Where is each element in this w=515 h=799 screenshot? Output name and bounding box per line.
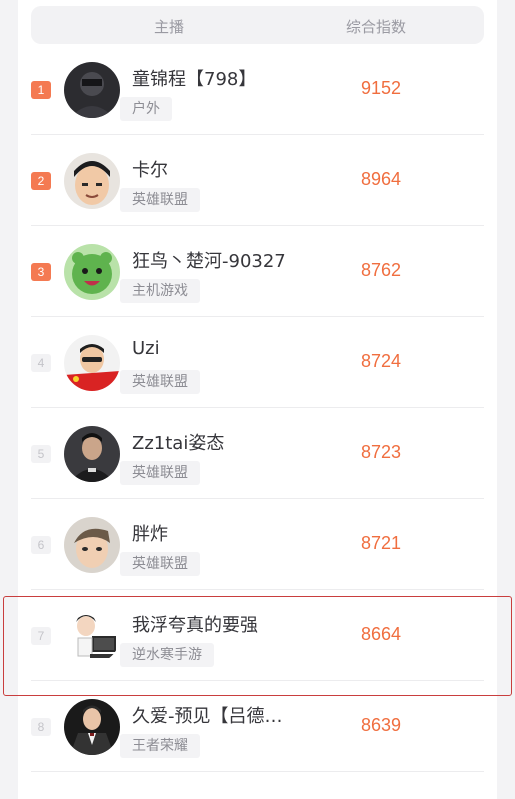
category-tag: 英雄联盟 <box>120 552 200 576</box>
streamer-name[interactable]: 久爱-预见【吕德… <box>132 702 322 728</box>
ranking-list: 1 童锦程【798】 户外 9152 2 卡尔 英雄联盟 8964 3 狂鸟丶楚… <box>31 44 484 772</box>
category-tag: 英雄联盟 <box>120 461 200 485</box>
rank-badge: 1 <box>31 81 51 99</box>
table-row[interactable]: 2 卡尔 英雄联盟 8964 <box>31 135 484 226</box>
avatar-dark-icon[interactable] <box>64 62 120 118</box>
category-tag: 英雄联盟 <box>120 370 200 394</box>
rank-badge: 4 <box>31 354 51 372</box>
rank-badge: 2 <box>31 172 51 190</box>
rank-badge: 8 <box>31 718 51 736</box>
index-score: 8762 <box>361 260 402 280</box>
index-score: 8664 <box>361 624 402 644</box>
index-score: 8639 <box>361 715 402 735</box>
anchor-column-header: 主播 <box>154 18 185 36</box>
avatar-green-cartoon-icon[interactable] <box>64 244 120 300</box>
table-row[interactable]: 5 Zz1tai姿态 英雄联盟 8723 <box>31 408 484 499</box>
table-row[interactable]: 6 胖炸 英雄联盟 8721 <box>31 499 484 590</box>
rank-badge: 7 <box>31 627 51 645</box>
streamer-name[interactable]: Zz1tai姿态 <box>132 429 322 455</box>
avatar-dark-icon[interactable] <box>64 426 120 482</box>
streamer-name[interactable]: 卡尔 <box>132 156 322 182</box>
table-row[interactable]: 4 Uzi 英雄联盟 8724 <box>31 317 484 408</box>
index-score: 8721 <box>361 533 402 553</box>
category-tag: 英雄联盟 <box>120 188 200 212</box>
table-row[interactable]: 1 童锦程【798】 户外 9152 <box>31 44 484 135</box>
index-column-header: 综合指数 <box>346 18 407 36</box>
streamer-name[interactable]: Uzi <box>132 338 322 359</box>
avatar-cartoon-computer-icon[interactable] <box>64 608 120 664</box>
rank-badge: 5 <box>31 445 51 463</box>
streamer-name[interactable]: 狂鸟丶楚河-90327 <box>132 247 322 273</box>
avatar-face-icon[interactable] <box>64 517 120 573</box>
index-score: 8724 <box>361 351 402 371</box>
avatar-suit-icon[interactable] <box>64 699 120 755</box>
index-score: 8964 <box>361 169 402 189</box>
avatar-face-icon[interactable] <box>64 153 120 209</box>
rank-badge: 3 <box>31 263 51 281</box>
streamer-name[interactable]: 胖炸 <box>132 520 322 546</box>
index-score: 9152 <box>361 78 402 98</box>
table-row[interactable]: 7 我浮夸真的要强 逆水寒手游 8664 <box>31 590 484 681</box>
category-tag: 户外 <box>120 97 172 121</box>
table-row[interactable]: 3 狂鸟丶楚河-90327 主机游戏 8762 <box>31 226 484 317</box>
streamer-name[interactable]: 童锦程【798】 <box>132 65 322 91</box>
category-tag: 王者荣耀 <box>120 734 200 758</box>
avatar-flag-icon[interactable] <box>64 335 120 391</box>
streamer-name[interactable]: 我浮夸真的要强 <box>132 611 322 637</box>
category-tag: 逆水寒手游 <box>120 643 214 667</box>
table-row[interactable]: 8 久爱-预见【吕德… 王者荣耀 8639 <box>31 681 484 772</box>
index-score: 8723 <box>361 442 402 462</box>
table-header: 主播 综合指数 <box>31 6 484 44</box>
category-tag: 主机游戏 <box>120 279 200 303</box>
rank-badge: 6 <box>31 536 51 554</box>
